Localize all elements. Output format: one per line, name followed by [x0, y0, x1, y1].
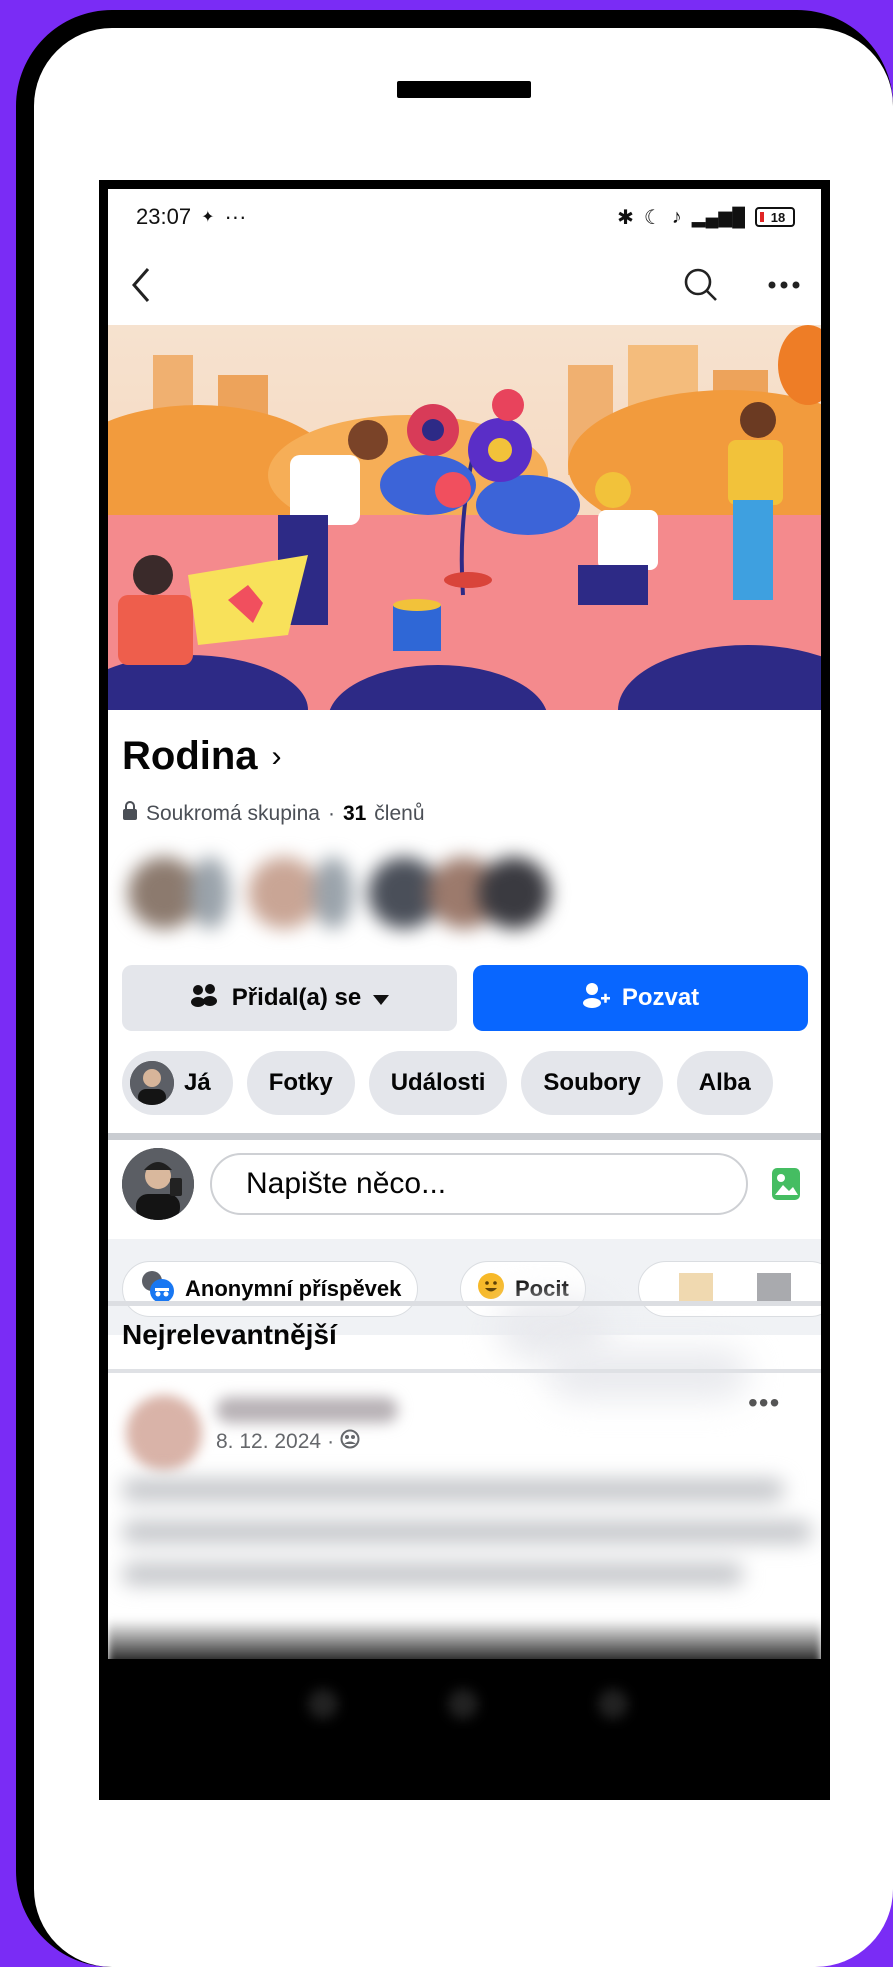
nav-recents-button[interactable] [308, 1689, 338, 1719]
add-person-icon [582, 982, 610, 1015]
phone-speaker [397, 81, 531, 98]
group-icon [190, 983, 220, 1014]
feed-divider [108, 1369, 821, 1373]
chip-files[interactable]: Soubory [521, 1051, 663, 1115]
mute-icon: ♪ [671, 205, 682, 228]
more-post-options[interactable] [638, 1261, 821, 1317]
group-cover-photo[interactable] [108, 325, 821, 710]
status-time: 23:07 [136, 204, 192, 229]
feed-sort-label[interactable]: Nejrelevantnější [122, 1319, 337, 1351]
notification-icon: ✦ [201, 209, 215, 226]
post-author-name[interactable] [216, 1397, 398, 1423]
system-navigation-bar [108, 1659, 821, 1729]
chip-label: Soubory [543, 1069, 641, 1096]
post-text [122, 1479, 812, 1609]
moon-icon: ☾ [643, 206, 662, 229]
post-more-icon[interactable]: ••• [748, 1387, 780, 1419]
signal-icon: ▂▄▆█ [691, 206, 745, 227]
section-divider [108, 1133, 821, 1140]
anonymous-label: Anonymní příspěvek [185, 1276, 402, 1301]
photo-icon[interactable] [764, 1162, 808, 1206]
group-tabs: Já Fotky Události Soubory Alba [122, 1051, 773, 1115]
battery-icon: 18 [755, 207, 795, 227]
chip-label: Události [390, 1069, 486, 1096]
post-meta-separator: · [327, 1430, 335, 1453]
post-composer: Napište něco... [122, 1145, 808, 1223]
nav-back-button[interactable] [598, 1689, 628, 1719]
blurred-area [548, 1349, 748, 1399]
chip-me[interactable]: Já [122, 1051, 233, 1115]
lock-icon [122, 801, 138, 827]
chip-label: Alba [698, 1069, 751, 1096]
chip-photos[interactable]: Fotky [246, 1051, 355, 1115]
top-navigation [108, 245, 821, 325]
joined-button[interactable]: Přidal(a) se [122, 965, 457, 1031]
chip-events[interactable]: Události [368, 1051, 508, 1115]
invite-button[interactable]: Pozvat [473, 965, 808, 1031]
back-icon[interactable] [130, 266, 152, 304]
chip-label: Fotky [268, 1069, 333, 1096]
bluetooth-icon: ✱ [617, 206, 634, 229]
avatar [130, 1061, 174, 1105]
chip-label: Já [184, 1069, 211, 1096]
meta-separator: · [327, 802, 335, 825]
search-icon[interactable] [683, 267, 719, 303]
member-avatars[interactable] [128, 849, 550, 939]
more-options-icon[interactable] [767, 280, 801, 290]
status-bar: 23:07 ✦ ··· ✱ ☾ ♪ ▂▄▆█ 18 [108, 189, 821, 245]
chip-albums[interactable]: Alba [676, 1051, 773, 1115]
post-date: 8. 12. 2024 [216, 1430, 322, 1453]
battery-level: 18 [770, 209, 786, 225]
group-meta: Soukromá skupina · 31 členů [122, 801, 425, 827]
group-audience-icon [340, 1429, 360, 1455]
avatar[interactable] [126, 1395, 202, 1471]
app-screen: 23:07 ✦ ··· ✱ ☾ ♪ ▂▄▆█ 18 Rodina › Soukr… [108, 189, 821, 1729]
invite-label: Pozvat [621, 984, 700, 1011]
group-name[interactable]: Rodina › [122, 734, 282, 779]
members-label: členů [374, 802, 425, 825]
group-name-text: Rodina [122, 734, 258, 778]
caret-down-icon [373, 984, 390, 1012]
write-placeholder: Napište něco... [246, 1167, 447, 1200]
group-actions: Přidal(a) se Pozvat [122, 965, 808, 1031]
member-count: 31 [342, 802, 367, 825]
write-something-input[interactable]: Napište něco... [210, 1153, 748, 1215]
nav-home-button[interactable] [448, 1689, 478, 1719]
status-dots: ··· [224, 204, 247, 229]
section-divider [108, 1301, 821, 1306]
avatar[interactable] [122, 1148, 194, 1220]
post-meta: 8. 12. 2024 · [216, 1429, 360, 1455]
group-privacy: Soukromá skupina [146, 802, 320, 825]
joined-label: Přidal(a) se [231, 984, 362, 1011]
anonymous-post-button[interactable]: Anonymní příspěvek [122, 1261, 419, 1317]
chevron-right-icon: › [271, 739, 282, 773]
